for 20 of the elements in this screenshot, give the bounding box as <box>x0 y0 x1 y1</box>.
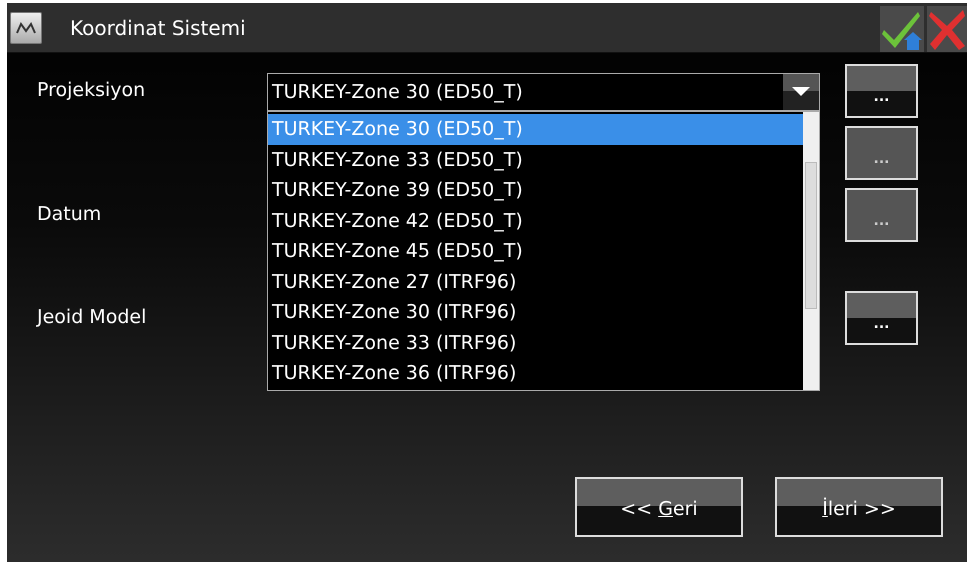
app-icon[interactable] <box>10 12 42 44</box>
dropdown-option[interactable]: TURKEY-Zone 39 (ED50_T) <box>268 175 803 206</box>
window-title: Koordinat Sistemi <box>70 16 247 40</box>
browse-button[interactable]: ... <box>845 64 918 118</box>
dropdown-option[interactable]: TURKEY-Zone 30 (ITRF96) <box>268 297 803 328</box>
dropdown-option[interactable]: TURKEY-Zone 36 (ITRF96) <box>268 358 803 388</box>
nav-button[interactable]: İleri >> <box>775 477 943 537</box>
browse-button[interactable]: ... <box>845 291 918 345</box>
field-label: Jeoid Model <box>37 306 146 328</box>
dropdown-option[interactable]: TURKEY-Zone 42 (ED50_T) <box>268 206 803 236</box>
scrollbar[interactable] <box>803 112 819 390</box>
dropdown-option[interactable]: TURKEY-Zone 27 (ITRF96) <box>268 266 803 297</box>
field-label: Datum <box>37 203 102 225</box>
dropdown-option[interactable]: TURKEY-Zone 45 (ED50_T) <box>268 236 803 266</box>
dropdown-option[interactable]: TURKEY-Zone 33 (ITRF96) <box>268 328 803 358</box>
nav-button[interactable]: << Geri <box>575 477 743 537</box>
field-label: Projeksiyon <box>37 79 146 101</box>
projection-dropdown[interactable]: TURKEY-Zone 30 (ED50_T) <box>267 73 820 111</box>
dropdown-option[interactable]: TURKEY-Zone 33 (ED50_T) <box>268 144 803 175</box>
check-house-icon[interactable] <box>880 6 924 52</box>
